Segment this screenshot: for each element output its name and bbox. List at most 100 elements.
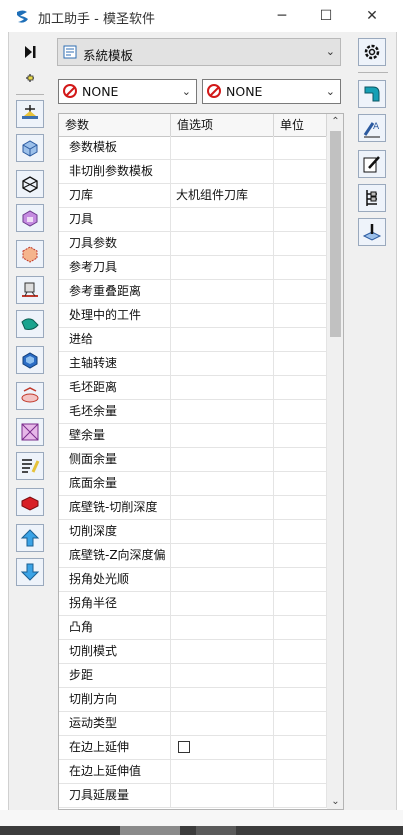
move-up-button[interactable] — [16, 524, 44, 552]
maximize-button[interactable]: ☐ — [306, 4, 346, 28]
pin-button[interactable] — [16, 64, 44, 92]
template-icon — [63, 45, 77, 59]
minimize-button[interactable]: ─ — [262, 4, 302, 28]
vertical-scrollbar[interactable]: ⌃ ⌄ — [327, 114, 343, 809]
settings-button[interactable] — [358, 38, 386, 66]
param-value-cell[interactable] — [171, 592, 274, 615]
table-row[interactable]: 侧面余量 — [59, 448, 327, 472]
edit-list-button[interactable] — [16, 452, 44, 480]
param-value-cell[interactable] — [171, 544, 274, 567]
param-value-cell[interactable] — [171, 664, 274, 687]
param-value-cell[interactable] — [171, 520, 274, 543]
skip-to-end-button[interactable] — [16, 38, 44, 66]
param-value-cell[interactable] — [171, 136, 274, 159]
pipe-button[interactable] — [358, 80, 386, 108]
green-solid-icon — [21, 318, 39, 330]
part-button[interactable] — [16, 204, 44, 232]
param-value-cell[interactable] — [171, 232, 274, 255]
table-row[interactable]: 拐角处光顺 — [59, 568, 327, 592]
param-value-cell[interactable] — [171, 736, 274, 759]
table-row[interactable]: 切削方向 — [59, 688, 327, 712]
param-value-cell[interactable] — [171, 616, 274, 639]
cad-model-button[interactable] — [16, 276, 44, 304]
scroll-thumb[interactable] — [330, 131, 341, 337]
table-row[interactable]: 底壁铣-Z向深度偏 — [59, 544, 327, 568]
param-value-cell[interactable] — [171, 352, 274, 375]
table-row[interactable]: 在边上延伸值 — [59, 760, 327, 784]
param-value-cell[interactable] — [171, 784, 274, 807]
param-name-cell: 运动类型 — [59, 712, 171, 735]
move-down-button[interactable] — [16, 558, 44, 586]
table-row[interactable]: 刀具延展量 — [59, 784, 327, 808]
column-header-value[interactable]: 值选项 — [171, 114, 274, 136]
table-row[interactable]: 底面余量 — [59, 472, 327, 496]
tool-layout-button[interactable] — [358, 184, 386, 212]
rename-button[interactable]: A — [358, 114, 386, 142]
table-row[interactable]: 切削模式 — [59, 640, 327, 664]
table-row[interactable]: 主轴转速 — [59, 352, 327, 376]
wire-box-button[interactable] — [16, 170, 44, 198]
area-button[interactable] — [16, 418, 44, 446]
toolpath-button[interactable] — [16, 382, 44, 410]
operation-button[interactable] — [16, 100, 44, 128]
boundary-box-button[interactable] — [16, 240, 44, 268]
blue-shell-button[interactable] — [16, 346, 44, 374]
param-value-cell[interactable] — [171, 496, 274, 519]
red-stock-button[interactable] — [16, 488, 44, 516]
param-value-cell[interactable] — [171, 448, 274, 471]
param-unit-cell — [274, 280, 327, 303]
param-name-cell: 进给 — [59, 328, 171, 351]
block-button[interactable] — [16, 134, 44, 162]
table-row[interactable]: 参考重叠距离 — [59, 280, 327, 304]
param-value-cell[interactable] — [171, 208, 274, 231]
tool-drill-button[interactable] — [358, 218, 386, 246]
table-row[interactable]: 毛坯距离 — [59, 376, 327, 400]
param-value-cell[interactable] — [171, 328, 274, 351]
param-value-cell[interactable] — [171, 472, 274, 495]
param-value-cell[interactable] — [171, 424, 274, 447]
red-stock-icon — [21, 496, 39, 511]
table-row[interactable]: 凸角 — [59, 616, 327, 640]
param-name-cell: 刀库 — [59, 184, 171, 207]
column-header-param[interactable]: 参数 — [59, 114, 171, 136]
table-row[interactable]: 参数模板 — [59, 136, 327, 160]
table-row[interactable]: 毛坯余量 — [59, 400, 327, 424]
param-value-cell[interactable] — [171, 256, 274, 279]
table-row[interactable]: 刀具 — [59, 208, 327, 232]
table-row[interactable]: 处理中的工件 — [59, 304, 327, 328]
toolbar-separator — [16, 94, 44, 95]
table-row[interactable]: 底壁铣-切削深度 — [59, 496, 327, 520]
param-value-cell[interactable] — [171, 160, 274, 183]
table-row[interactable]: 拐角半径 — [59, 592, 327, 616]
column-header-unit[interactable]: 单位 — [274, 114, 327, 136]
param-value-cell[interactable] — [171, 376, 274, 399]
table-row[interactable]: 步距 — [59, 664, 327, 688]
param-value-cell[interactable] — [171, 400, 274, 423]
scroll-down-icon[interactable]: ⌄ — [327, 796, 343, 807]
param-value-cell[interactable]: 大机组件刀库 — [171, 184, 274, 207]
combo-left[interactable]: NONE ⌄ — [58, 79, 197, 104]
table-row[interactable]: 在边上延伸 — [59, 736, 327, 760]
table-row[interactable]: 运动类型 — [59, 712, 327, 736]
scroll-up-icon[interactable]: ⌃ — [327, 116, 343, 127]
close-button[interactable]: ✕ — [352, 4, 392, 28]
param-value-cell[interactable] — [171, 568, 274, 591]
param-value-cell[interactable] — [171, 280, 274, 303]
param-value-cell[interactable] — [171, 304, 274, 327]
combo-right[interactable]: NONE ⌄ — [202, 79, 341, 104]
param-value-cell[interactable] — [171, 712, 274, 735]
table-row[interactable]: 非切削参数模板 — [59, 160, 327, 184]
edit-button[interactable] — [358, 150, 386, 178]
table-row[interactable]: 刀库 大机组件刀库 — [59, 184, 327, 208]
template-select[interactable]: 系統模板 ⌄ — [57, 38, 341, 66]
table-row[interactable]: 参考刀具 — [59, 256, 327, 280]
table-row[interactable]: 壁余量 — [59, 424, 327, 448]
table-row[interactable]: 刀具参数 — [59, 232, 327, 256]
param-value-cell[interactable] — [171, 688, 274, 711]
checkbox[interactable] — [178, 741, 190, 753]
table-row[interactable]: 切削深度 — [59, 520, 327, 544]
green-solid-button[interactable] — [16, 310, 44, 338]
table-row[interactable]: 进给 — [59, 328, 327, 352]
param-value-cell[interactable] — [171, 640, 274, 663]
param-value-cell[interactable] — [171, 760, 274, 783]
